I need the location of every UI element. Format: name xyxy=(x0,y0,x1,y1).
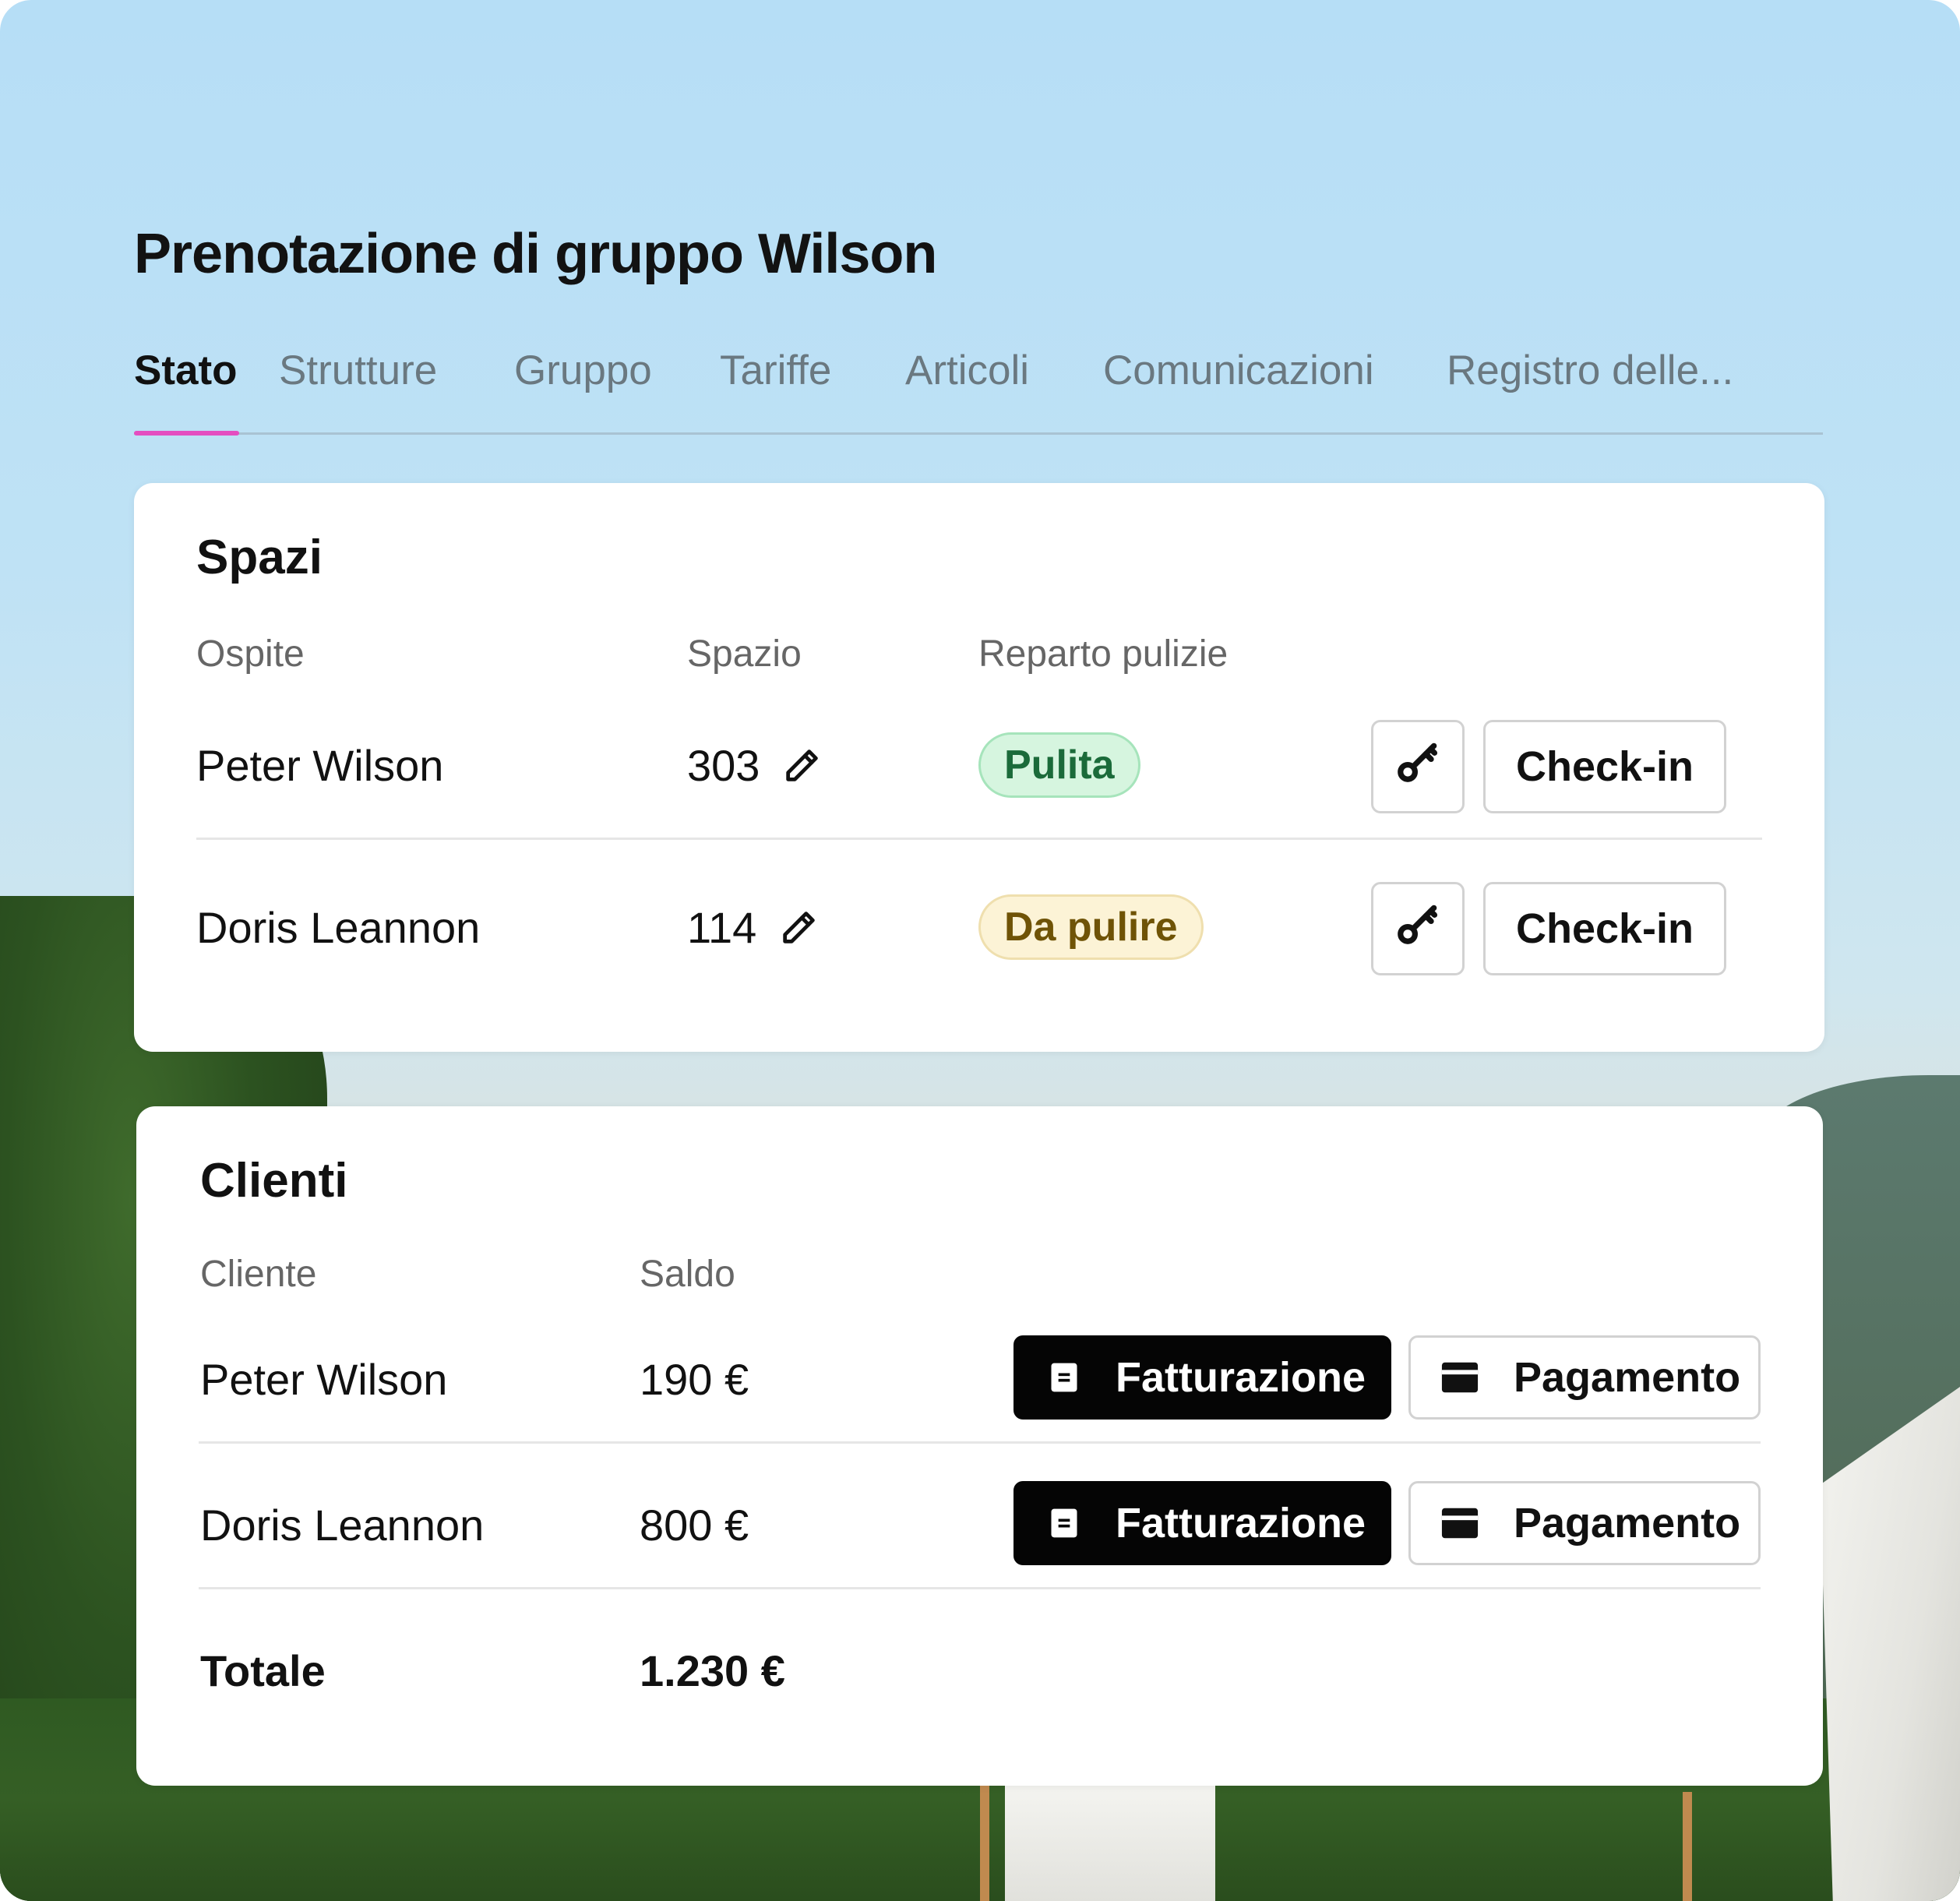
tab-registro[interactable]: Registro delle... xyxy=(1447,347,1733,394)
client-name: Doris Leannon xyxy=(200,1501,485,1550)
row-divider xyxy=(199,1441,1761,1444)
billing-button[interactable]: Fatturazione xyxy=(1013,1481,1391,1565)
room-cell: 114 xyxy=(687,902,820,953)
page-title: Prenotazione di gruppo Wilson xyxy=(134,223,937,285)
balance-value: 800 € xyxy=(640,1501,749,1550)
tab-bar: Stato Strutture Gruppo Tariffe Articoli … xyxy=(134,347,1823,436)
check-in-button[interactable]: Check-in xyxy=(1483,882,1726,975)
payment-button[interactable]: Pagamento xyxy=(1408,1335,1761,1420)
column-header-balance: Saldo xyxy=(640,1254,735,1295)
tab-tariffe[interactable]: Tariffe xyxy=(720,347,831,394)
guest-name: Doris Leannon xyxy=(196,903,481,952)
column-header-housekeeping: Reparto pulizie xyxy=(978,633,1229,675)
tab-articoli[interactable]: Articoli xyxy=(905,347,1029,394)
clients-title: Clienti xyxy=(200,1154,348,1208)
background-pole xyxy=(1683,1792,1692,1901)
payment-label: Pagamento xyxy=(1514,1500,1741,1547)
tab-strutture[interactable]: Strutture xyxy=(279,347,437,394)
column-header-client: Cliente xyxy=(200,1254,317,1295)
column-header-guest: Ospite xyxy=(196,633,305,675)
tab-comunicazioni[interactable]: Comunicazioni xyxy=(1103,347,1374,394)
status-badge: Pulita xyxy=(978,732,1140,798)
document-icon xyxy=(1047,1506,1081,1540)
guest-name: Peter Wilson xyxy=(196,741,444,790)
billing-label: Fatturazione xyxy=(1116,1354,1366,1401)
tab-stato[interactable]: Stato xyxy=(134,347,238,394)
tab-gruppo[interactable]: Gruppo xyxy=(514,347,652,394)
key-button[interactable] xyxy=(1371,720,1465,813)
client-name: Peter Wilson xyxy=(200,1355,448,1404)
room-cell: 303 xyxy=(687,740,823,791)
status-badge: Da pulire xyxy=(978,894,1204,960)
row-divider xyxy=(199,1587,1761,1589)
check-in-button[interactable]: Check-in xyxy=(1483,720,1726,813)
pencil-icon[interactable] xyxy=(780,744,823,788)
background-cloth xyxy=(1005,1784,1215,1901)
payment-label: Pagamento xyxy=(1514,1354,1741,1401)
credit-card-icon xyxy=(1440,1506,1479,1540)
billing-button[interactable]: Fatturazione xyxy=(1013,1335,1391,1420)
pencil-icon[interactable] xyxy=(777,906,820,950)
spaces-title: Spazi xyxy=(196,531,323,584)
room-number: 114 xyxy=(687,903,757,952)
spaces-card: Spazi Ospite Spazio Reparto pulizie Pete… xyxy=(134,483,1824,1052)
key-icon xyxy=(1394,900,1442,958)
billing-label: Fatturazione xyxy=(1116,1500,1366,1547)
background-pole xyxy=(980,1784,989,1901)
total-value: 1.230 € xyxy=(640,1646,785,1695)
credit-card-icon xyxy=(1440,1360,1479,1395)
room-number: 303 xyxy=(687,741,760,790)
document-icon xyxy=(1047,1360,1081,1395)
key-icon xyxy=(1394,738,1442,796)
active-tab-indicator xyxy=(134,431,239,436)
total-label: Totale xyxy=(200,1646,326,1695)
row-divider xyxy=(196,838,1762,840)
column-header-room: Spazio xyxy=(687,633,802,675)
balance-value: 190 € xyxy=(640,1355,749,1404)
payment-button[interactable]: Pagamento xyxy=(1408,1481,1761,1565)
clients-card: Clienti Cliente Saldo Peter Wilson 190 €… xyxy=(136,1106,1823,1786)
key-button[interactable] xyxy=(1371,882,1465,975)
